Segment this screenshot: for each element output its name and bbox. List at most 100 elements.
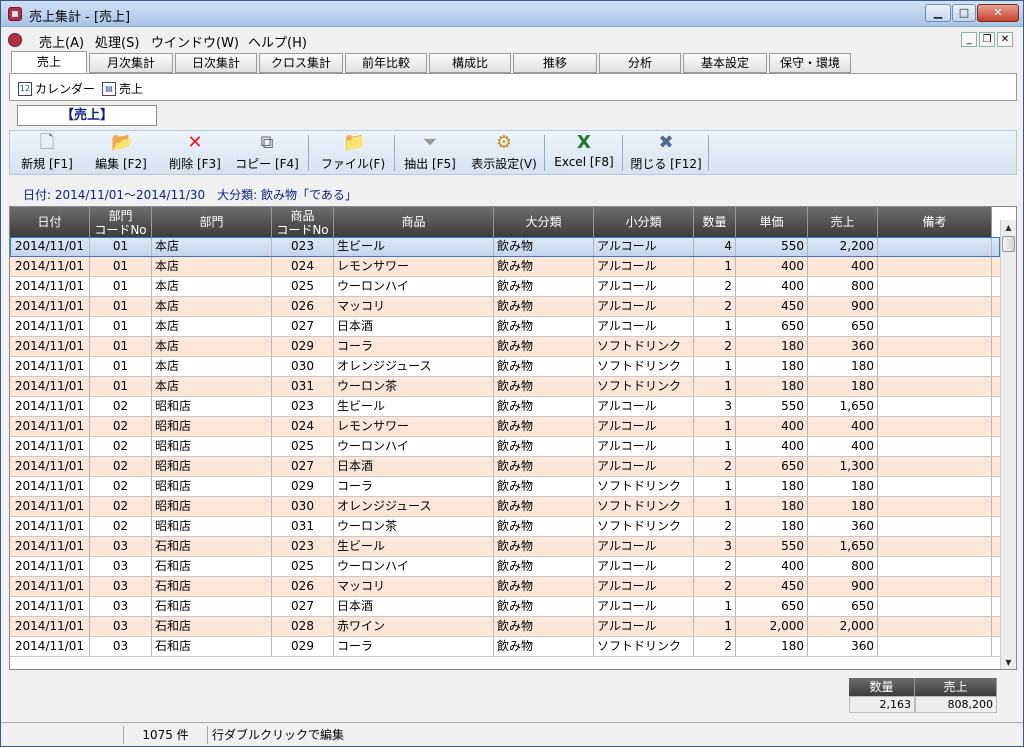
cell-item: 日本酒	[334, 317, 494, 336]
cell-item: 日本酒	[334, 597, 494, 616]
cell-remarks	[878, 497, 992, 516]
maximize-button[interactable]: □	[952, 4, 976, 22]
table-row[interactable]: 2014/11/01 02 昭和店 023 生ビール 飲み物 アルコール 3 550 1,650	[10, 397, 1000, 417]
table-row[interactable]: 2014/11/01 02 昭和店 027 日本酒 飲み物 アルコール 2 650 1,300	[10, 457, 1000, 477]
main-tabs: 売上 月次集計 日次集計 クロス集計 前年比較 構成比 推移 分析 基本設定 保…	[9, 51, 1009, 74]
cell-remarks	[878, 537, 992, 556]
column-header-sales[interactable]: 売上	[808, 207, 878, 237]
table-row[interactable]: 2014/11/01 02 昭和店 031 ウーロン茶 飲み物 ソフトドリンク 2 180 360	[10, 517, 1000, 537]
title-bar[interactable]: 売上集計 - [売上] ▁ □ ✕	[1, 1, 1023, 27]
mdi-close-button[interactable]: ✕	[997, 32, 1013, 47]
cell-sales: 180	[808, 497, 878, 516]
menu-sales[interactable]: 売上(A)	[39, 32, 84, 51]
column-header-dept[interactable]: 部門	[152, 207, 272, 237]
cell-unit-price: 550	[736, 537, 808, 556]
new-button[interactable]: 🗋 新規 [F1]	[16, 133, 78, 173]
file-button[interactable]: 📁 ファイル(F)	[316, 133, 390, 173]
scroll-up-icon[interactable]: ▲	[1001, 220, 1016, 235]
cell-sales: 650	[808, 317, 878, 336]
table-row[interactable]: 2014/11/01 01 本店 029 コーラ 飲み物 ソフトドリンク 2 180 360	[10, 337, 1000, 357]
cell-qty: 1	[694, 357, 736, 376]
tab-trend[interactable]: 推移	[513, 53, 597, 73]
cell-unit-price: 650	[736, 317, 808, 336]
cell-dept-code: 01	[90, 237, 152, 256]
cell-item: 日本酒	[334, 457, 494, 476]
cell-date: 2014/11/01	[10, 337, 90, 356]
menu-window[interactable]: ウインドウ(W)	[151, 32, 239, 51]
mdi-app-icon[interactable]	[8, 33, 22, 47]
column-header-remarks[interactable]: 備考	[878, 207, 992, 237]
column-header-dept-code[interactable]: 部門 コードNo	[90, 207, 152, 237]
toolbar-separator	[544, 135, 545, 171]
sales-grid[interactable]: 日付 部門 コードNo 部門 商品 コードNo 商品 大分類 小分類 数量 単価 売上 備考 2014/…	[9, 206, 1017, 670]
close-screen-button[interactable]: ✖ 閉じる [F12]	[628, 133, 704, 173]
cell-unit-price: 450	[736, 577, 808, 596]
table-row[interactable]: 2014/11/01 02 昭和店 029 コーラ 飲み物 ソフトドリンク 1 180 180	[10, 477, 1000, 497]
table-row-selected[interactable]: 2014/11/01 01 本店 023 生ビール 飲み物 アルコール 4 550 2,200	[10, 237, 1000, 257]
column-header-item[interactable]: 商品	[334, 207, 494, 237]
table-row[interactable]: 2014/11/01 02 昭和店 024 レモンサワー 飲み物 アルコール 1 400 400	[10, 417, 1000, 437]
tab-maintenance[interactable]: 保守・環境	[769, 53, 851, 73]
display-settings-button[interactable]: ⚙ 表示設定(V)	[468, 133, 540, 173]
table-row[interactable]: 2014/11/01 03 石和店 025 ウーロンハイ 飲み物 アルコール 2 400 800	[10, 557, 1000, 577]
tab-yoy[interactable]: 前年比較	[345, 53, 427, 73]
table-row[interactable]: 2014/11/01 01 本店 025 ウーロンハイ 飲み物 アルコール 2 400 800	[10, 277, 1000, 297]
tab-sales[interactable]: 売上	[11, 51, 87, 73]
record-count: 1075 件	[123, 726, 207, 744]
table-row[interactable]: 2014/11/01 02 昭和店 025 ウーロンハイ 飲み物 アルコール 1 400 400	[10, 437, 1000, 457]
delete-button[interactable]: ✕ 削除 [F3]	[162, 133, 228, 173]
menu-process[interactable]: 処理(S)	[95, 32, 139, 51]
cell-dept-code: 01	[90, 297, 152, 316]
subnav-calendar[interactable]: 12 カレンダー	[18, 80, 95, 97]
cell-dept: 本店	[152, 357, 272, 376]
excel-button[interactable]: X Excel [F8]	[552, 133, 616, 173]
table-row[interactable]: 2014/11/01 03 石和店 027 日本酒 飲み物 アルコール 1 650 650	[10, 597, 1000, 617]
table-row[interactable]: 2014/11/01 03 石和店 029 コーラ 飲み物 ソフトドリンク 2 180 360	[10, 637, 1000, 657]
vertical-scrollbar[interactable]: ▲ ▼	[1000, 220, 1016, 669]
table-row[interactable]: 2014/11/01 01 本店 024 レモンサワー 飲み物 アルコール 1 400 400	[10, 257, 1000, 277]
table-row[interactable]: 2014/11/01 03 石和店 026 マッコリ 飲み物 アルコール 2 450 900	[10, 577, 1000, 597]
column-header-qty[interactable]: 数量	[694, 207, 736, 237]
copy-button[interactable]: ⧉ コピー [F4]	[234, 133, 300, 173]
close-x-icon: ✖	[658, 132, 674, 153]
tab-cross[interactable]: クロス集計	[259, 53, 343, 73]
column-header-item-code[interactable]: 商品 コードNo	[272, 207, 334, 237]
cell-category: 飲み物	[494, 557, 594, 576]
minimize-button[interactable]: ▁	[925, 4, 951, 22]
extract-button[interactable]: ⏷ 抽出 [F5]	[400, 133, 460, 173]
cell-category: 飲み物	[494, 297, 594, 316]
mdi-restore-button[interactable]: ❐	[979, 32, 995, 47]
cell-dept: 石和店	[152, 557, 272, 576]
cell-item-code: 025	[272, 557, 334, 576]
tab-composition[interactable]: 構成比	[429, 53, 511, 73]
tab-analysis[interactable]: 分析	[599, 53, 681, 73]
cell-date: 2014/11/01	[10, 237, 90, 256]
column-header-unit-price[interactable]: 単価	[736, 207, 808, 237]
column-header-category[interactable]: 大分類	[494, 207, 594, 237]
scroll-down-icon[interactable]: ▼	[1001, 655, 1016, 669]
scroll-thumb[interactable]	[1002, 236, 1015, 252]
table-row[interactable]: 2014/11/01 01 本店 026 マッコリ 飲み物 アルコール 2 450 900	[10, 297, 1000, 317]
table-row[interactable]: 2014/11/01 03 石和店 028 赤ワイン 飲み物 アルコール 1 2,000 2,00…	[10, 617, 1000, 637]
table-row[interactable]: 2014/11/01 03 石和店 023 生ビール 飲み物 アルコール 3 550 1,650	[10, 537, 1000, 557]
column-header-subcategory[interactable]: 小分類	[594, 207, 694, 237]
mdi-minimize-button[interactable]: _	[961, 32, 977, 47]
edit-button[interactable]: 📂 編集 [F2]	[88, 133, 154, 173]
cell-item: コーラ	[334, 477, 494, 496]
table-row[interactable]: 2014/11/01 01 本店 031 ウーロン茶 飲み物 ソフトドリンク 1 180 180	[10, 377, 1000, 397]
column-header-date[interactable]: 日付	[10, 207, 90, 237]
tab-basic-settings[interactable]: 基本設定	[683, 53, 767, 73]
subnav-sales[interactable]: ▤ 売上	[102, 80, 143, 97]
cell-item: マッコリ	[334, 577, 494, 596]
tab-daily[interactable]: 日次集計	[175, 53, 257, 73]
cell-dept: 昭和店	[152, 477, 272, 496]
table-row[interactable]: 2014/11/01 02 昭和店 030 オレンジジュース 飲み物 ソフトドリンク 1 180…	[10, 497, 1000, 517]
cell-dept: 昭和店	[152, 417, 272, 436]
close-button[interactable]: ✕	[977, 4, 1019, 22]
menu-help[interactable]: ヘルプ(H)	[248, 32, 307, 51]
table-row[interactable]: 2014/11/01 01 本店 027 日本酒 飲み物 アルコール 1 650 650	[10, 317, 1000, 337]
tab-monthly[interactable]: 月次集計	[89, 53, 173, 73]
cell-item-code: 026	[272, 297, 334, 316]
cell-unit-price: 180	[736, 357, 808, 376]
table-row[interactable]: 2014/11/01 01 本店 030 オレンジジュース 飲み物 ソフトドリンク 1 180 1…	[10, 357, 1000, 377]
